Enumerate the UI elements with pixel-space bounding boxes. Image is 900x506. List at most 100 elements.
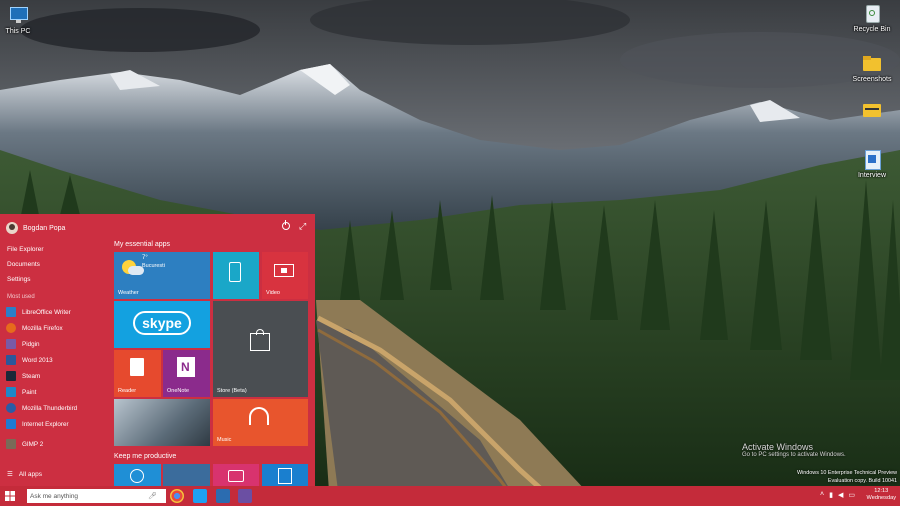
monitor-icon xyxy=(7,6,29,26)
document-icon xyxy=(861,150,883,170)
power-icon[interactable] xyxy=(282,220,290,230)
app-label: Mozilla Firefox xyxy=(22,324,63,332)
tile-photos[interactable] xyxy=(114,399,210,446)
build-info-line2: Evaluation copy. Build 10041 xyxy=(827,478,897,484)
desktop-icon-label: Interview xyxy=(857,172,886,179)
microphone-icon[interactable]: 🎤︎ xyxy=(148,492,157,500)
media-icon[interactable] xyxy=(238,489,252,503)
app-label: LibreOffice Writer xyxy=(22,308,71,316)
tile-skype[interactable]: skype xyxy=(114,301,210,348)
headphones-icon xyxy=(249,407,269,425)
desktop-icon-this-pc[interactable]: This PC xyxy=(0,6,50,35)
calculator-icon xyxy=(278,468,292,484)
user-name: Bogdan Popa xyxy=(23,224,66,232)
tile-label: OneNote xyxy=(167,388,190,394)
app-label: Pidgin xyxy=(22,340,40,348)
thunderbird-icon xyxy=(6,403,16,413)
tile-label: Video xyxy=(266,290,280,296)
twitter-icon[interactable] xyxy=(193,489,207,503)
tile-desktop-preview[interactable] xyxy=(163,464,210,486)
most-used-item-pidgin[interactable]: Pidgin xyxy=(6,339,40,349)
start-menu-left-column: Bogdan Popa File Explorer Documents Sett… xyxy=(0,214,108,486)
build-info-line1: Windows 10 Enterprise Technical Preview xyxy=(797,470,897,476)
place-settings[interactable]: Settings xyxy=(7,276,31,283)
watermark-title: Activate Windows xyxy=(742,442,814,452)
tile-calculator[interactable] xyxy=(262,464,308,486)
volume-icon[interactable]: ◀ xyxy=(838,491,843,499)
most-used-item-paint[interactable]: Paint xyxy=(6,387,36,397)
weather-city: Bucuresti xyxy=(142,263,165,269)
desktop-icon-label: Recycle Bin xyxy=(853,26,891,33)
desktop-icon-recycle-bin[interactable]: Recycle Bin xyxy=(840,4,900,33)
all-apps-label: All apps xyxy=(18,470,42,478)
tile-store[interactable]: Store (Beta) xyxy=(213,301,308,397)
most-used-heading: Most used xyxy=(7,294,35,300)
system-tray: ˄ ▮ ◀ ▭ xyxy=(820,491,855,499)
chevron-up-icon[interactable]: ˄ xyxy=(820,491,824,499)
tile-alarms[interactable] xyxy=(114,464,161,486)
notification-icon[interactable]: ▭ xyxy=(848,491,855,499)
clock-day: Wednesday xyxy=(866,495,896,501)
tile-label: Reader xyxy=(118,388,137,394)
most-used-item-word[interactable]: Word 2013 xyxy=(6,355,53,365)
steam-icon xyxy=(6,371,16,381)
app-label: Mozilla Thunderbird xyxy=(22,404,78,412)
desktop-icon-label: This PC xyxy=(5,28,31,35)
user-account[interactable]: Bogdan Popa xyxy=(6,222,65,234)
tile-group-title: My essential apps xyxy=(114,241,171,248)
reader-icon xyxy=(130,358,144,376)
desktop-icon-folder[interactable] xyxy=(840,100,900,122)
word-icon xyxy=(6,355,16,365)
app-label: Paint xyxy=(22,388,37,396)
tile-music[interactable]: Music xyxy=(213,399,308,446)
taskbar-clock[interactable]: 12:13 Wednesday xyxy=(867,488,896,502)
expand-icon[interactable]: ⤢ xyxy=(299,221,306,232)
desktop-icon-screenshots[interactable]: Screenshots xyxy=(840,54,900,83)
watermark-subtitle: Go to PC settings to activate Windows. xyxy=(742,452,846,458)
app-label: GIMP 2 xyxy=(22,440,44,448)
skype-logo: skype xyxy=(133,311,191,335)
tile-label: Weather xyxy=(118,290,139,296)
tile-video[interactable]: Video xyxy=(262,252,308,299)
most-used-item-gimp[interactable]: GIMP 2 xyxy=(6,439,43,449)
app-label: Internet Explorer xyxy=(22,420,69,428)
libreoffice-writer-icon xyxy=(6,307,16,317)
tile-reader[interactable]: Reader xyxy=(114,350,161,397)
search-box[interactable]: 🎤︎ xyxy=(27,489,166,503)
place-file-explorer[interactable]: File Explorer xyxy=(7,246,43,253)
tile-weather[interactable]: 7° Bucuresti Weather xyxy=(114,252,210,299)
paint-icon xyxy=(6,387,16,397)
chrome-icon[interactable] xyxy=(170,489,184,503)
photo-preview xyxy=(114,399,210,446)
recycle-bin-icon xyxy=(861,4,883,24)
pidgin-icon xyxy=(6,339,16,349)
windows-start-button[interactable] xyxy=(5,491,15,501)
start-menu: Bogdan Popa File Explorer Documents Sett… xyxy=(0,214,315,486)
store-icon[interactable] xyxy=(216,489,230,503)
alarm-icon xyxy=(130,469,144,483)
tile-phone[interactable] xyxy=(213,252,259,299)
firefox-icon xyxy=(6,323,16,333)
all-apps-button[interactable]: ☰ All apps xyxy=(7,470,42,479)
tile-onenote[interactable]: N OneNote xyxy=(163,350,210,397)
internet-explorer-icon xyxy=(6,419,16,429)
most-used-item-libreoffice-writer[interactable]: LibreOffice Writer xyxy=(6,307,71,317)
network-icon[interactable]: ▮ xyxy=(829,491,833,499)
most-used-item-thunderbird[interactable]: Mozilla Thunderbird xyxy=(6,403,77,413)
tile-camera[interactable] xyxy=(213,464,259,486)
desktop-icon-interview[interactable]: Interview xyxy=(840,150,900,179)
most-used-item-steam[interactable]: Steam xyxy=(6,371,40,381)
clock-time: 12:13 xyxy=(874,488,889,494)
tile-group-title: Keep me productive xyxy=(114,453,177,460)
most-used-item-firefox[interactable]: Mozilla Firefox xyxy=(6,323,63,333)
tile-label: Store (Beta) xyxy=(217,388,247,394)
app-label: Steam xyxy=(22,372,41,380)
most-used-item-internet-explorer[interactable]: Internet Explorer xyxy=(6,419,69,429)
phone-icon xyxy=(229,262,241,282)
gimp-icon xyxy=(6,439,16,449)
place-documents[interactable]: Documents xyxy=(7,261,40,268)
desktop-icon-label: Screenshots xyxy=(852,76,892,83)
weather-temp: 7° xyxy=(142,255,148,261)
activation-watermark: Activate Windows Go to PC settings to ac… xyxy=(742,442,846,458)
search-input[interactable] xyxy=(27,492,148,500)
